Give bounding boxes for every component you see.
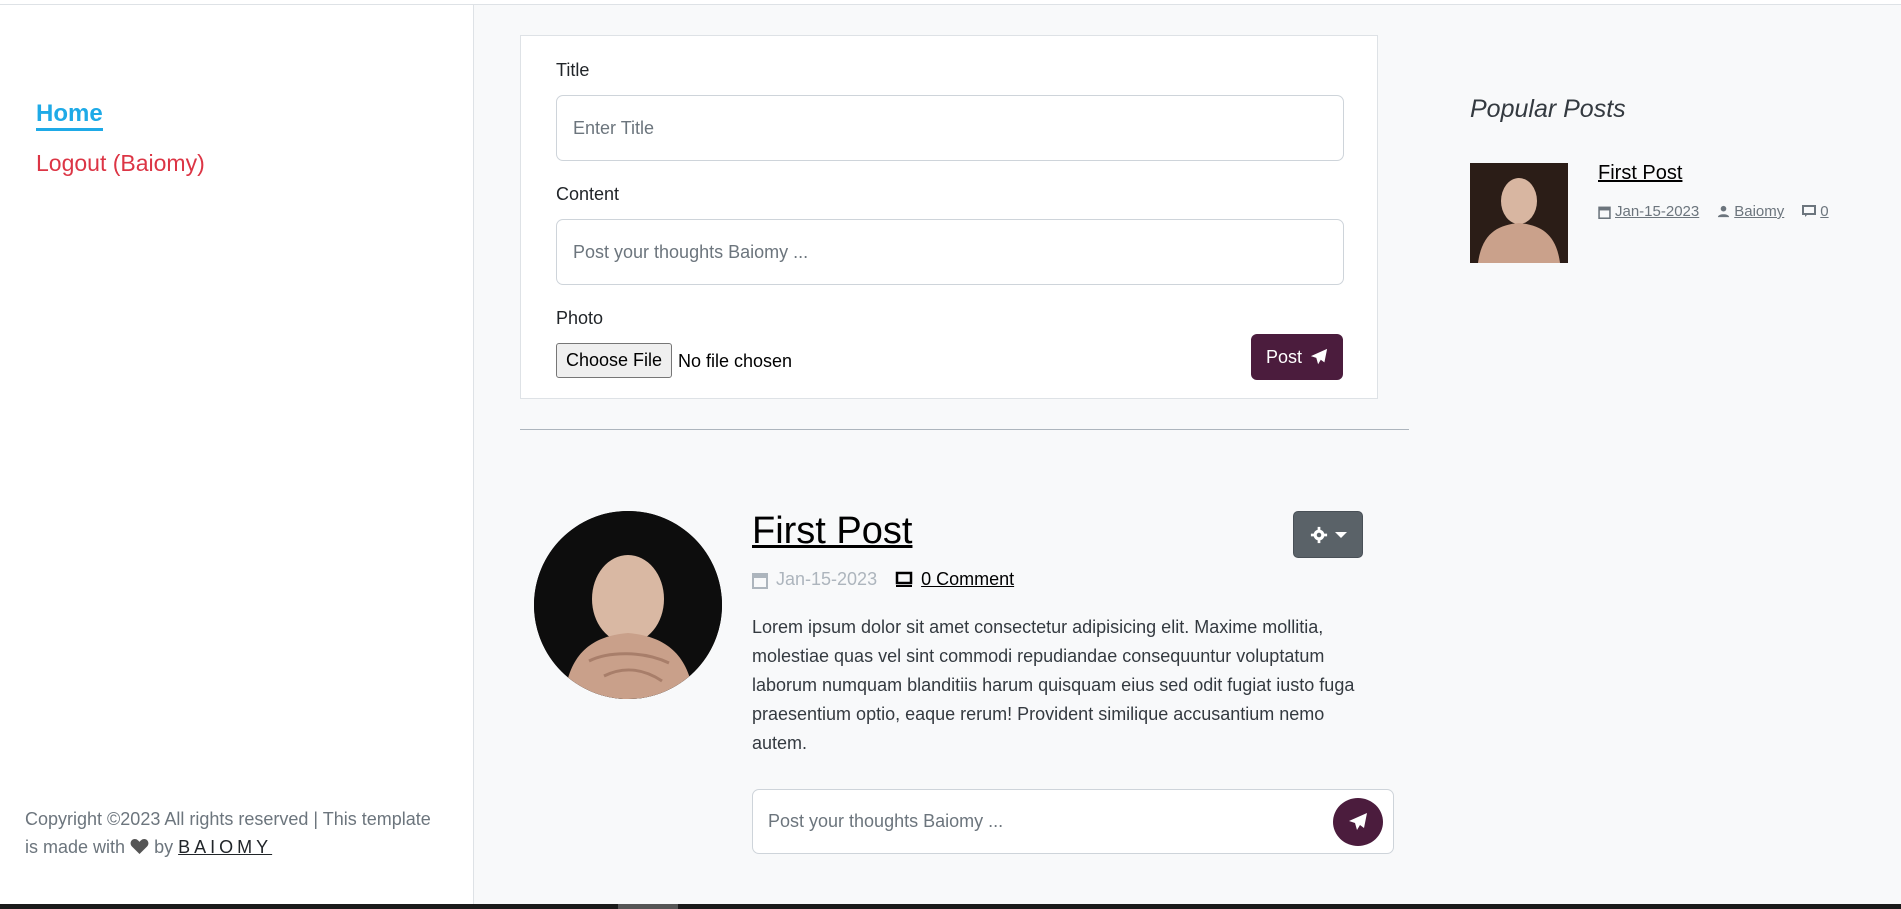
brand-link[interactable]: BAIOMY — [178, 837, 272, 857]
comment-icon — [895, 571, 913, 587]
send-comment-button[interactable] — [1333, 798, 1383, 846]
post-date: Jan-15-2023 — [776, 569, 878, 589]
photo-label: Photo — [556, 308, 604, 328]
sidebar: Home Logout (Baiomy) Copyright ©2023 All… — [0, 5, 474, 904]
comment-placeholder: Post your thoughts Baiomy ... — [768, 811, 1004, 831]
post-meta: Jan-15-2023 0 Comment — [752, 569, 1014, 590]
by-text: by — [154, 837, 174, 857]
nav-home-link[interactable]: Home — [36, 100, 103, 131]
post-avatar — [534, 511, 722, 699]
divider — [520, 429, 1409, 430]
popular-post-date[interactable]: Jan-15-2023 — [1615, 203, 1699, 220]
scrollbar-thumb[interactable] — [618, 904, 678, 909]
gear-icon — [1310, 526, 1327, 543]
popular-post-comments[interactable]: 0 — [1820, 203, 1828, 220]
post-button-label: Post — [1265, 346, 1303, 367]
popular-post-author[interactable]: Baiomy — [1734, 203, 1784, 220]
nav-logout-link[interactable]: Logout (Baiomy) — [36, 150, 205, 177]
calendar-icon — [1598, 206, 1611, 219]
file-status-text: No file chosen — [678, 351, 793, 371]
title-input[interactable]: Enter Title — [556, 95, 1344, 161]
popular-posts-heading: Popular Posts — [1470, 95, 1626, 123]
content-label: Content — [556, 184, 620, 204]
post-button[interactable]: Post — [1251, 334, 1343, 380]
choose-file-button[interactable]: Choose File — [556, 343, 672, 378]
calendar-icon — [752, 572, 768, 589]
post-title-link[interactable]: First Post — [752, 510, 912, 553]
create-post-form: Title Enter Title Content Post your thou… — [520, 35, 1378, 399]
paper-plane-icon — [1349, 813, 1367, 830]
popular-post-thumbnail[interactable] — [1470, 163, 1568, 263]
popular-post-meta: Jan-15-2023 Baiomy 0 — [1598, 203, 1829, 220]
footer: Copyright ©2023 All rights reserved | Th… — [25, 805, 445, 861]
paper-plane-icon — [1310, 348, 1328, 365]
horizontal-scrollbar[interactable] — [0, 904, 1901, 909]
comment-icon — [1802, 205, 1817, 217]
post-options-dropdown[interactable] — [1293, 511, 1363, 558]
user-icon — [1718, 205, 1730, 218]
popular-post-title-link[interactable]: First Post — [1598, 162, 1682, 185]
post-comments-link[interactable]: 0 Comment — [921, 569, 1014, 590]
title-label: Title — [556, 60, 590, 80]
chevron-down-icon — [1334, 531, 1347, 538]
heart-icon — [130, 838, 149, 855]
post-body: Lorem ipsum dolor sit amet consectetur a… — [752, 617, 1355, 753]
content-input[interactable]: Post your thoughts Baiomy ... — [556, 219, 1344, 285]
comment-input[interactable]: Post your thoughts Baiomy ... — [752, 789, 1394, 854]
